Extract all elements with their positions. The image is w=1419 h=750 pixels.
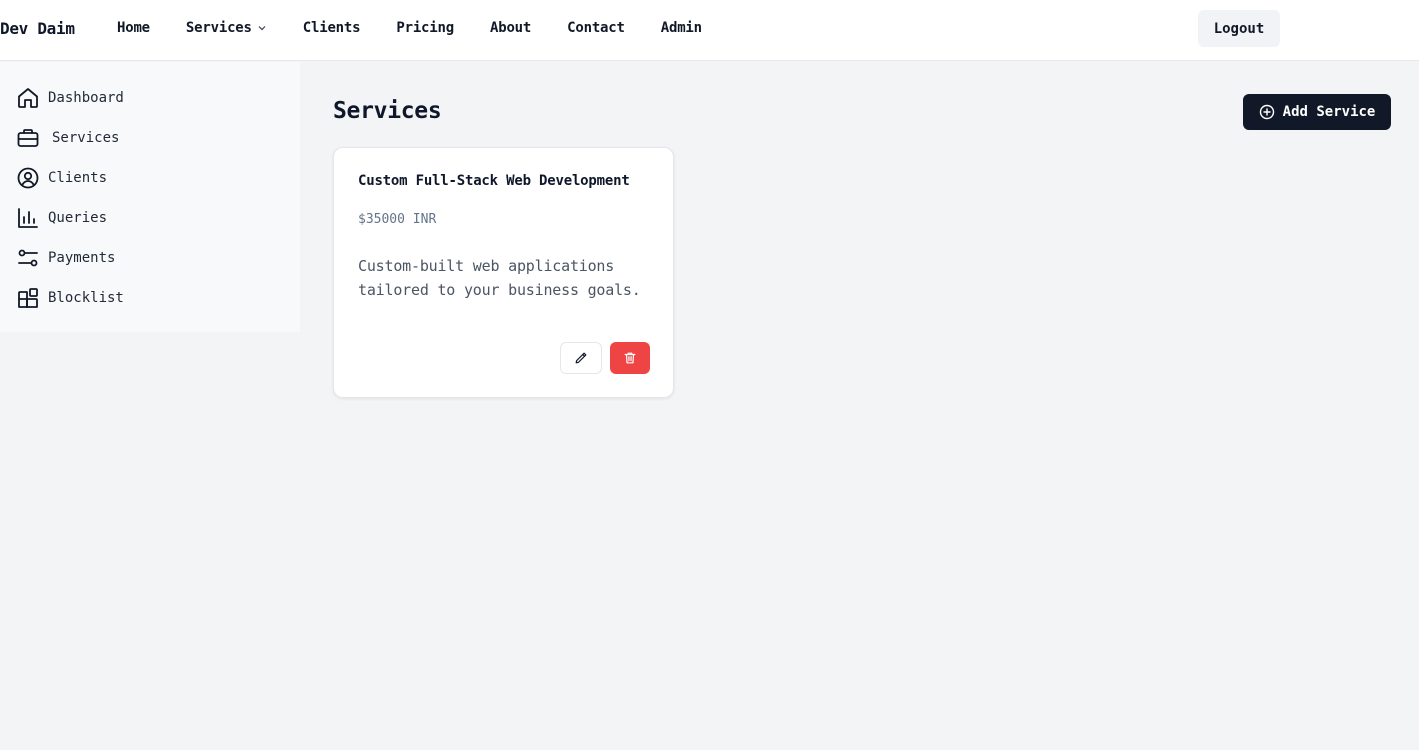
sidebar-item-dashboard[interactable]: Dashboard [16,85,124,111]
sidebar-item-label: Payments [48,250,116,266]
service-description: Custom-built web applications tailored t… [358,257,641,299]
page-title: Services [333,98,442,124]
service-title: Custom Full-Stack Web Development [358,173,630,189]
edit-service-button[interactable] [560,342,602,374]
brand-logo[interactable]: Dev Daim [0,19,75,38]
bar-chart-icon [18,208,38,228]
sidebar-item-label: Services [52,130,120,146]
nav-contact-label: Contact [567,20,625,36]
chevron-down-icon [258,26,266,31]
logout-button[interactable]: Logout [1198,10,1280,47]
briefcase-icon [17,129,39,147]
nav-clients-label: Clients [302,20,361,36]
nav-about[interactable]: About [490,20,531,36]
sidebar-item-payments[interactable]: Payments [16,245,115,271]
nav-pricing-label: Pricing [396,20,454,36]
nav-admin[interactable]: Admin [661,20,702,36]
trash-icon [624,352,636,364]
user-circle-icon [17,167,39,189]
nav-admin-label: Admin [660,20,702,36]
service-price: $35000 INR [358,212,437,227]
sidebar-item-queries[interactable]: Queries [16,205,107,231]
sidebar-item-label: Queries [48,210,108,226]
nav-clients[interactable]: Clients [303,20,361,36]
add-service-label: Add Service [1282,104,1376,120]
sidebar: Dashboard Services Clients Queries Payme… [0,62,300,332]
nav-services[interactable]: Services [186,20,267,36]
sidebar-item-label: Dashboard [48,90,124,106]
sidebar-item-label: Clients [48,170,108,186]
top-navbar: Dev Daim Home Services Clients Pricing A… [0,0,1419,61]
nav-services-label: Services [185,20,252,36]
main-nav: Home Services Clients Pricing About Cont… [117,20,738,36]
home-icon [18,88,38,108]
add-service-button[interactable]: Add Service [1243,94,1391,130]
sliders-icon [18,249,38,267]
nav-home[interactable]: Home [117,20,150,36]
sidebar-item-clients[interactable]: Clients [16,165,107,191]
sidebar-item-label: Blocklist [48,290,124,306]
pencil-icon [575,352,587,364]
delete-service-button[interactable] [610,342,650,374]
nav-contact[interactable]: Contact [567,20,625,36]
nav-about-label: About [489,20,532,36]
nav-home-label: Home [117,20,150,36]
blocks-icon [18,288,38,308]
nav-pricing[interactable]: Pricing [396,20,454,36]
sidebar-item-services[interactable]: Services [16,125,119,151]
plus-circle-icon [1259,104,1274,120]
sidebar-item-blocklist[interactable]: Blocklist [16,285,124,311]
service-card: Custom Full-Stack Web Development $35000… [333,147,674,398]
